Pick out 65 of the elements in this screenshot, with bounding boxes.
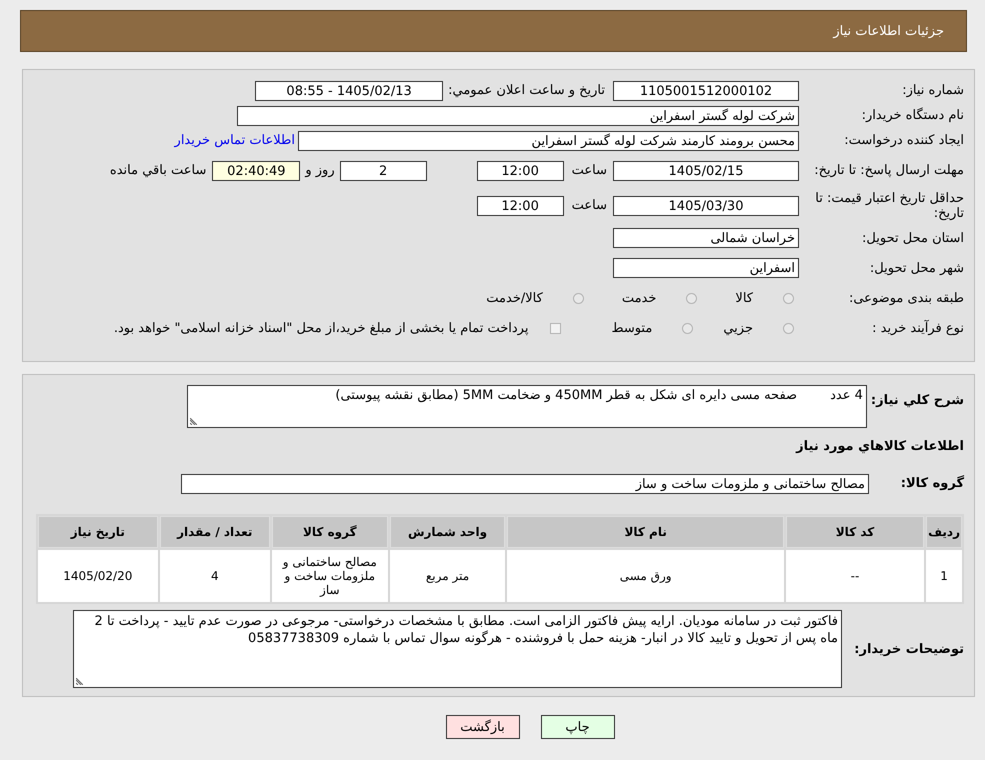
radio-button[interactable] (686, 292, 698, 304)
reply-date-field: 1405/02/15 (613, 160, 799, 180)
table-cell: 1405/02/20 (38, 550, 158, 602)
option-label: جزيي (723, 320, 753, 336)
announce-date-field: 1405/02/13 - 08:55 (255, 80, 444, 100)
back-button[interactable]: بازگشت (446, 715, 520, 739)
need-number-field: 1105001512000102 (613, 80, 799, 100)
days-field: 2 (340, 160, 427, 180)
field-label: استان محل تحویل: (861, 230, 964, 246)
section-heading: اطلاعات كالاهاي مورد نياز (796, 439, 964, 454)
field-label: روز و (305, 163, 335, 178)
field-label: ایجاد کننده درخواست: (843, 133, 964, 148)
field-label: نام دستگاه خریدار: (860, 108, 964, 123)
validity-date-field: 1405/03/30 (613, 196, 799, 216)
column-header: کد کالا (786, 516, 924, 548)
field-label: گروه کالا: (900, 476, 964, 491)
field-label: حداقل تاریخ اعتبار قیمت: تا تاریخ: (814, 190, 964, 220)
field-label: توضیحات خریدار: (853, 642, 964, 656)
creator-field: محسن برومند کارمند شرکت لوله گستر اسفراین (298, 130, 799, 150)
city-field: اسفراین (613, 258, 799, 278)
print-button[interactable]: چاپ (540, 715, 614, 739)
field-label: مهلت ارسال پاسخ: تا تاریخ: (813, 163, 964, 178)
remaining-time-field: 02:40:49 (212, 160, 300, 180)
payment-note: پرداخت تمام یا بخشی از مبلغ خرید،از محل "اسناد خزانه اسلامی" خواهد بود. (114, 320, 528, 336)
field-label: ساعت باقي مانده (110, 163, 206, 178)
checkbox[interactable] (550, 322, 562, 334)
table-cell: -- (786, 550, 924, 602)
resize-grip-icon (76, 678, 83, 685)
option-label: کالا (735, 290, 753, 306)
table-cell: متر مربع (390, 550, 506, 602)
reply-time-field: 12:00 (476, 160, 564, 180)
radio-button[interactable] (783, 292, 794, 304)
option-label: کالا/خدمت (486, 290, 543, 306)
validity-time-field: 12:00 (476, 196, 564, 216)
option-label: خدمت (622, 290, 656, 306)
buyer-notes-text: فاکتور ثبت در سامانه مودیان. ارایه پیش فاکتور الزامی است. مطابق با مشخصات درخواستی- مرجوعی در صورت عدم تایید - پرداخت تا 2 ماه پس از تحویل و تایید کالا در انبار- هزینه حمل با فروشنده - هرگونه سوال تماس با شماره 05837738309 (94, 613, 838, 647)
radio-button[interactable] (682, 322, 694, 334)
column-header: واحد شمارش (390, 516, 506, 548)
province-field: خراسان شمالی (613, 228, 799, 248)
field-label: ساعت (572, 163, 607, 178)
table-cell: ورق مسی (507, 550, 784, 602)
table-cell: مصالح ساختمانی و ملزومات ساخت و ساز (272, 550, 388, 602)
table-cell: 1 (926, 550, 962, 602)
field-label: طبقه بندی موضوعی: (848, 290, 964, 306)
field-label: شهر محل تحویل: (868, 260, 964, 276)
summary-text: 4 عدد صفحه مسی دایره ای شکل به قطر 450MM و ضخامت 5MM (مطابق نقشه پیوستی) (335, 388, 863, 403)
resize-grip-icon (190, 418, 197, 425)
field-label: تاریخ و ساعت اعلان عمومي: (448, 83, 605, 98)
field-label: شرح كلي نياز: (870, 392, 964, 408)
page-header: جزئیات اطلاعات نیاز (20, 10, 967, 52)
radio-button[interactable] (783, 322, 794, 334)
goods-group-field: مصالح ساختمانی و ملزومات ساخت و ساز (181, 474, 869, 494)
table-cell: 4 (160, 550, 270, 602)
column-header: تعداد / مقدار (160, 516, 270, 548)
field-label: ساعت (572, 198, 607, 213)
field-label: شماره نیاز: (901, 83, 964, 98)
column-header: ردیف (926, 516, 962, 548)
buyer-org-field: شرکت لوله گستر اسفراین (237, 106, 799, 126)
column-header: گروه کالا (272, 516, 388, 548)
column-header: نام کالا (507, 516, 784, 548)
column-header: تاریخ نیاز (38, 516, 158, 548)
option-label: متوسط (611, 320, 652, 336)
radio-button[interactable] (572, 292, 584, 304)
contact-link[interactable]: اطلاعات تماس خریدار (174, 133, 295, 148)
field-label: نوع فرآیند خرید : (871, 320, 964, 336)
